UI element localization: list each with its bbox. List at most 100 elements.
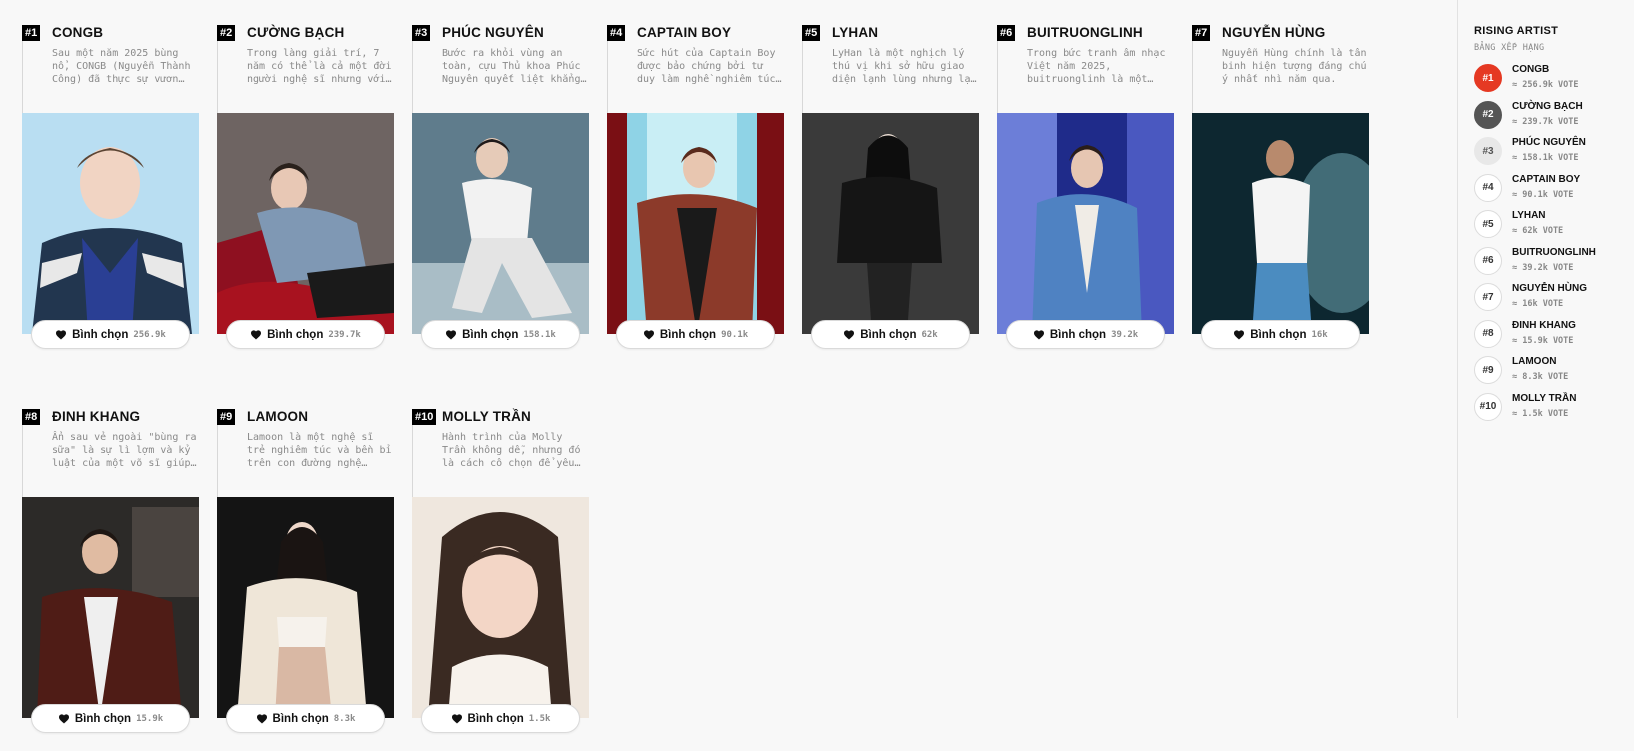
artist-photo[interactable]	[997, 113, 1174, 334]
vote-count: 1.5k	[528, 713, 551, 724]
rank-number: #8	[1474, 319, 1502, 348]
ranking-name: CƯỜNG BẠCH	[1512, 100, 1583, 112]
ranking-item[interactable]: #1 CONGB ≈ 256.9k VOTE	[1474, 62, 1624, 99]
vote-count: 256.9k	[133, 329, 166, 340]
artist-name[interactable]: CAPTAIN BOY	[637, 25, 731, 40]
ranking-item[interactable]: #7 NGUYỄN HÙNG ≈ 16k VOTE	[1474, 281, 1624, 318]
artist-card[interactable]: #1 CONGB Sau một năm 2025 bùng nổ, CONGB…	[22, 22, 199, 352]
ranking-votes: ≈ 16k VOTE	[1512, 299, 1564, 309]
artist-description: Trong bức tranh âm nhạc Việt năm 2025, b…	[1027, 48, 1166, 85]
ranking-item[interactable]: #3 PHÚC NGUYÊN ≈ 158.1k VOTE	[1474, 135, 1624, 172]
artist-name[interactable]: LAMOON	[247, 409, 308, 424]
ranking-name: MOLLY TRẦN	[1512, 392, 1577, 404]
artist-card[interactable]: #3 PHÚC NGUYÊN Bước ra khỏi vùng an toàn…	[412, 22, 589, 352]
artist-name[interactable]: BUITRUONGLINH	[1027, 25, 1143, 40]
ranking-votes: ≈ 39.2k VOTE	[1512, 262, 1574, 273]
vote-button[interactable]: Bình chọn 8.3k	[226, 704, 385, 733]
artist-photo[interactable]	[412, 497, 589, 718]
artist-name[interactable]: PHÚC NGUYÊN	[442, 25, 544, 40]
ranking-list: #1 CONGB ≈ 256.9k VOTE #2 CƯỜNG BẠCH ≈ 239…	[1474, 62, 1624, 427]
artist-name[interactable]: CƯỜNG BẠCH	[247, 25, 344, 40]
artist-description: Lamoon là một nghệ sĩ trẻ nghiêm túc và …	[247, 432, 392, 469]
ranking-item[interactable]: #2 CƯỜNG BẠCH ≈ 239.7k VOTE	[1474, 99, 1624, 136]
ranking-item[interactable]: #10 MOLLY TRẦN ≈ 1.5k VOTE	[1474, 391, 1624, 428]
artist-photo[interactable]	[1192, 113, 1369, 334]
artist-photo[interactable]	[217, 497, 394, 718]
artist-photo[interactable]	[22, 113, 199, 334]
artist-name[interactable]: ĐINH KHANG	[52, 409, 140, 424]
vote-label: Bình chọn	[74, 712, 132, 725]
artist-card[interactable]: #7 NGUYỄN HÙNG Nguyễn Hùng chính là tân …	[1192, 22, 1369, 352]
vote-count: 90.1k	[721, 329, 749, 340]
ranking-name: CONGB	[1512, 64, 1550, 75]
ranking-name: CAPTAIN BOY	[1512, 173, 1581, 185]
vote-label: Bình chọn	[860, 328, 917, 341]
artist-description: Bước ra khỏi vùng an toàn, cựu Thủ khoa …	[442, 48, 581, 85]
vote-label: Bình chọn	[267, 328, 324, 341]
artist-card[interactable]: #5 LYHAN LyHan là một nghịch lý thú vị k…	[802, 22, 979, 352]
rank-badge: #3	[412, 25, 431, 41]
artist-name[interactable]: NGUYỄN HÙNG	[1222, 25, 1325, 40]
artist-description: Hành trình của Molly Trần không dễ, nhưn…	[442, 432, 581, 469]
ranking-item[interactable]: #6 BUITRUONGLINH ≈ 39.2k VOTE	[1474, 245, 1624, 282]
ranking-name: BUITRUONGLINH	[1512, 246, 1596, 258]
vote-label: Bình chọn	[467, 712, 524, 725]
artist-card[interactable]: #4 CAPTAIN BOY Sức hút của Captain Boy đ…	[607, 22, 784, 352]
artist-description: Trong làng giải trí, 7 năm có thể là cả …	[247, 48, 392, 85]
ranking-item[interactable]: #5 LYHAN ≈ 62k VOTE	[1474, 208, 1624, 245]
artist-photo[interactable]	[22, 497, 199, 718]
artist-name[interactable]: LYHAN	[832, 25, 878, 40]
sidebar-title: RISING ARTIST	[1474, 25, 1559, 37]
vote-button[interactable]: Bình chọn 62k	[811, 320, 970, 349]
artist-name[interactable]: CONGB	[52, 25, 103, 40]
rank-badge: #5	[802, 25, 821, 41]
vote-button[interactable]: Bình chọn 256.9k	[31, 320, 190, 349]
vote-button[interactable]: Bình chọn 39.2k	[1006, 320, 1165, 349]
artist-name[interactable]: MOLLY TRẦN	[442, 409, 531, 424]
artist-photo[interactable]	[607, 113, 784, 334]
rank-number: #5	[1474, 210, 1502, 238]
rank-badge: #4	[607, 25, 626, 41]
heart-icon	[446, 330, 457, 340]
sidebar-subtitle: BẢNG XẾP HẠNG	[1474, 43, 1545, 53]
artist-description: Nguyễn Hùng chính là tân binh hiện tượng…	[1222, 48, 1367, 85]
artist-card[interactable]: #8 ĐINH KHANG Ẩn sau vẻ ngoài "bùng ra s…	[22, 406, 199, 736]
vote-button[interactable]: Bình chọn 16k	[1201, 320, 1360, 349]
vote-label: Bình chọn	[1049, 328, 1107, 341]
vote-button[interactable]: Bình chọn 15.9k	[31, 704, 190, 733]
ranking-name: LAMOON	[1512, 356, 1557, 367]
ranking-item[interactable]: #9 LAMOON ≈ 8.3k VOTE	[1474, 354, 1624, 391]
ranking-votes: ≈ 158.1k VOTE	[1512, 153, 1579, 163]
sidebar-divider	[1457, 0, 1458, 718]
vote-count: 8.3k	[333, 713, 356, 724]
vote-button[interactable]: Bình chọn 239.7k	[226, 320, 385, 349]
ranking-votes: ≈ 256.9k VOTE	[1512, 80, 1579, 90]
ranking-name: NGUYỄN HÙNG	[1512, 283, 1588, 294]
heart-icon	[58, 714, 69, 724]
heart-icon	[844, 330, 855, 340]
ranking-item[interactable]: #4 CAPTAIN BOY ≈ 90.1k VOTE	[1474, 172, 1624, 209]
rank-number: #1	[1474, 64, 1502, 92]
ranking-item[interactable]: #8 ĐINH KHANG ≈ 15.9k VOTE	[1474, 318, 1624, 355]
artist-card[interactable]: #6 BUITRUONGLINH Trong bức tranh âm nhạc…	[997, 22, 1174, 352]
artist-card[interactable]: #9 LAMOON Lamoon là một nghệ sĩ trẻ nghi…	[217, 406, 394, 736]
artist-photo[interactable]	[802, 113, 979, 334]
heart-icon	[251, 330, 262, 340]
vote-button[interactable]: Bình chọn 90.1k	[616, 320, 775, 349]
artist-description: Sức hút của Captain Boy được bảo chứng b…	[637, 48, 776, 85]
artist-photo[interactable]	[217, 113, 394, 334]
artist-card[interactable]: #10 MOLLY TRẦN Hành trình của Molly Trần…	[412, 406, 589, 736]
vote-count: 158.1k	[523, 329, 556, 340]
ranking-votes: ≈ 1.5k VOTE	[1512, 408, 1569, 419]
vote-button[interactable]: Bình chọn 158.1k	[421, 320, 580, 349]
ranking-name: LYHAN	[1512, 210, 1546, 221]
vote-button[interactable]: Bình chọn 1.5k	[421, 704, 580, 733]
artist-photo[interactable]	[412, 113, 589, 334]
ranking-votes: ≈ 8.3k VOTE	[1512, 372, 1569, 382]
ranking-sidebar: RISING ARTIST BẢNG XẾP HẠNG #1 CONGB ≈ 25…	[1474, 25, 1624, 427]
vote-label: Bình chọn	[659, 328, 717, 341]
rank-number: #3	[1474, 137, 1502, 165]
rank-badge: #1	[22, 25, 41, 41]
rank-badge: #7	[1192, 25, 1211, 41]
artist-card[interactable]: #2 CƯỜNG BẠCH Trong làng giải trí, 7 năm…	[217, 22, 394, 352]
